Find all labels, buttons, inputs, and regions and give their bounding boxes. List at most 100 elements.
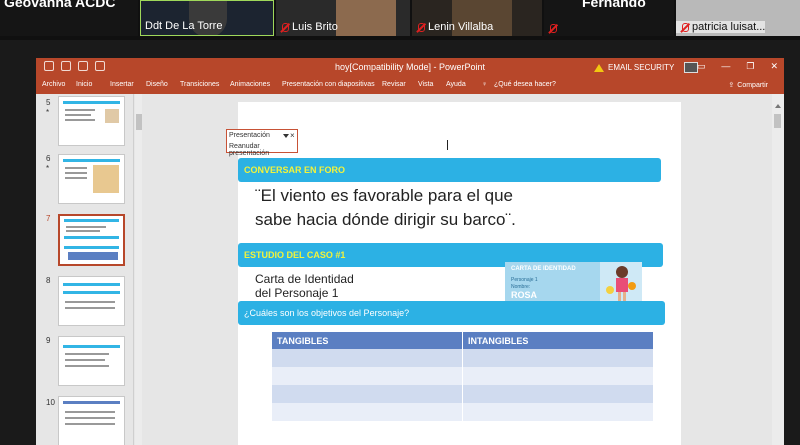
table-row [272,403,654,421]
thumb-line [65,365,109,367]
participant-name: Geovanna ACDC [4,0,116,10]
thumb-bar [64,236,119,239]
thumb-line [65,167,87,169]
video-feed [336,0,396,36]
thumb-line [65,417,115,419]
tab-archivo[interactable]: Archivo [42,81,65,88]
thumb-image [105,109,119,123]
window-controls: ▭ — ❐ ✕ [697,61,778,72]
participant-tile[interactable]: Fernando [544,0,674,36]
slide[interactable]: CONVERSAR EN FORO ¨El viento es favorabl… [238,102,681,445]
tab-insertar[interactable]: Insertar [110,81,134,88]
powerpoint-window: hoy[Compatibility Mode] - PowerPoint EMA… [36,58,784,445]
slide-number: 6 [46,154,51,163]
slide-scrollbar[interactable] [772,94,784,445]
share-icon: ⇪ [728,82,735,89]
slide-star: * [46,108,50,117]
resume-presentation-button[interactable]: Reanudar presentación [229,143,297,157]
close-icon[interactable]: ✕ [770,61,778,72]
header-tangibles: TANGIBLES [272,332,463,349]
quote-line: sabe hacia dónde dirigir su barco¨. [255,210,516,229]
tab-vista[interactable]: Vista [418,81,433,88]
table-cell [272,349,463,367]
slide-thumbnail[interactable] [58,336,125,386]
slide-thumbnails-pane[interactable]: 5 * 6 * 7 8 9 10 [36,94,134,445]
popup-title: Presentación [229,132,270,139]
table-cell [272,403,463,421]
participant-tile[interactable]: Luis Brito [276,0,410,36]
participant-tile[interactable]: Geovanna ACDC [0,0,138,36]
table-cell [463,385,654,403]
tab-ayuda[interactable]: Ayuda [446,81,466,88]
participant-name: patricia luisat... [692,21,766,33]
restore-icon[interactable]: ❐ [746,61,754,72]
slide-thumbnail[interactable] [58,154,125,204]
band-title: CONVERSAR EN FORO [244,165,346,175]
thumb-bar [63,401,120,404]
thumb-line [65,359,105,361]
thumb-line [65,177,87,179]
band-question: ¿Cuáles son los objetivos del Personaje? [238,301,665,325]
slide-number: 8 [46,276,51,285]
band-conversar: CONVERSAR EN FORO [238,158,661,182]
table-header: TANGIBLES INTANGIBLES [272,332,654,349]
tab-transiciones[interactable]: Transiciones [180,81,219,88]
thumb-line [65,301,115,303]
scroll-up-icon[interactable] [775,104,781,108]
share-button[interactable]: ⇪ Compartir [728,81,768,90]
participant-tile[interactable]: patricia luisat... [676,0,800,36]
tab-revisar[interactable]: Revisar [382,81,406,88]
slide-scroll-thumb[interactable] [774,114,781,128]
minimize-icon[interactable]: — [721,61,730,72]
tab-presentacion[interactable]: Presentación con diapositivas [282,81,375,88]
security-label: EMAIL SECURITY [608,63,675,72]
lightbulb-icon: ♀ [482,81,488,88]
tab-animaciones[interactable]: Animaciones [230,81,270,88]
table-cell [463,403,654,421]
thumb-bar [63,101,120,104]
band-title: ESTUDIO DEL CASO #1 [244,250,346,260]
thumb-line [65,423,115,425]
presentation-popup: Presentación × Reanudar presentación [226,129,298,157]
participant-name: Lenin Villalba [428,21,494,33]
thumb-bar [63,291,120,294]
table-row [272,367,654,385]
slide-thumbnail[interactable] [58,276,125,326]
ribbon-display-icon[interactable]: ▭ [697,61,706,72]
table-cell [272,367,463,385]
objectives-table: TANGIBLES INTANGIBLES [272,332,654,421]
thumb-line [65,411,115,413]
slide-thumbnail[interactable] [58,396,125,445]
dropdown-arrow-icon[interactable] [283,134,289,138]
slide-number: 5 [46,98,51,107]
question-text: ¿Cuáles son los objetivos del Personaje? [244,308,410,318]
slide-thumbnail[interactable] [58,96,125,146]
card-name: ROSA [511,290,538,300]
slide-number: 9 [46,336,51,345]
quote-line: ¨El viento es favorable para el que [255,186,513,205]
thumbnail-scrollbar[interactable] [135,94,142,445]
slide-thumbnail-selected[interactable] [58,214,125,266]
muted-mic-icon [416,22,425,32]
tell-me-search[interactable]: ¿Qué desea hacer? [494,81,556,88]
email-security-indicator[interactable]: EMAIL SECURITY [594,62,699,73]
thumb-image [93,165,119,193]
slide-star: * [46,164,50,173]
participant-label: patricia luisat... [676,21,766,33]
thumb-line [65,353,109,355]
close-icon[interactable]: × [290,131,295,140]
participant-tile-active[interactable]: Ddt De La Torre [140,0,274,36]
table-row [272,349,654,367]
table-row [272,385,654,403]
ribbon-tabs: Archivo Inicio Insertar Diseño Transicio… [36,76,784,94]
thumb-line [66,226,106,228]
identity-card: CARTA DE IDENTIDAD Personaje 1 Nombre: R… [505,262,642,304]
participant-tile[interactable]: Lenin Villalba [412,0,542,36]
slide-number-selected: 7 [46,214,51,223]
tab-diseno[interactable]: Diseño [146,81,168,88]
participant-label [544,24,557,33]
participant-name: Luis Brito [292,21,338,33]
character-illustration [600,262,642,304]
warning-icon [594,63,604,72]
tab-inicio[interactable]: Inicio [76,81,92,88]
